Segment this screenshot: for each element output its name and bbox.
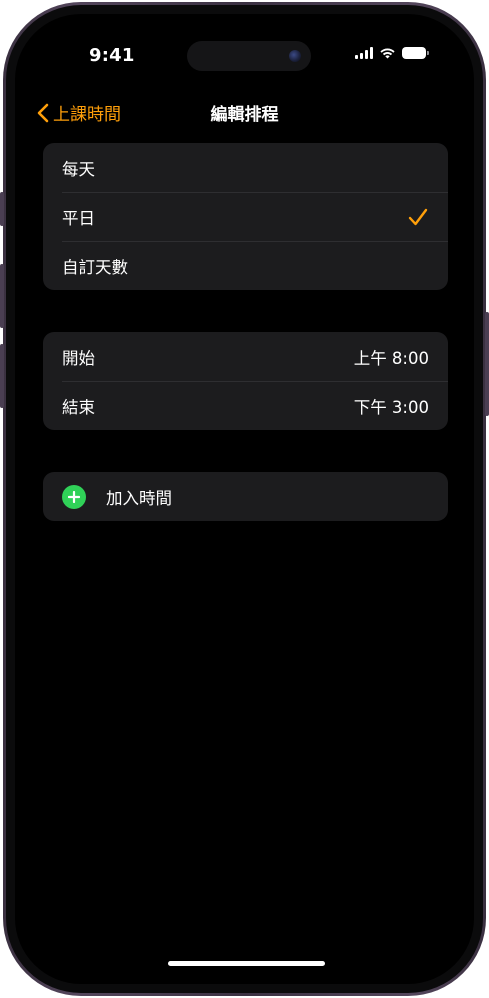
add-time-group: 加入時間 [43, 472, 448, 521]
volume-up-button [0, 264, 4, 328]
camera-icon [289, 50, 301, 62]
wifi-icon [380, 48, 395, 59]
option-label: 每天 [62, 159, 95, 179]
checkmark-icon [408, 208, 428, 225]
page-title: 編輯排程 [210, 105, 279, 125]
status-time: 9:41 [89, 45, 135, 66]
home-indicator[interactable] [168, 961, 325, 966]
battery-icon [402, 47, 429, 59]
cellular-signal-icon [355, 47, 373, 59]
option-custom-days[interactable]: 自訂天數 [43, 241, 448, 290]
add-time-label: 加入時間 [106, 488, 172, 508]
option-label: 自訂天數 [62, 257, 128, 277]
action-button [0, 192, 4, 226]
status-bar: 9:41 [15, 14, 474, 74]
plus-circle-icon [62, 484, 86, 509]
end-value: 下午 3:00 [353, 397, 429, 417]
volume-down-button [0, 344, 4, 408]
status-icons [355, 47, 429, 59]
option-every-day[interactable]: 每天 [43, 143, 448, 192]
navigation-bar: 上課時間 編輯排程 [15, 86, 474, 125]
schedule-group: 開始 上午 8:00 結束 下午 3:00 [43, 332, 448, 430]
start-label: 開始 [62, 348, 95, 368]
option-weekdays[interactable]: 平日 [43, 192, 448, 241]
start-time-row[interactable]: 開始 上午 8:00 [43, 332, 448, 381]
screen: 9:41 上課時間 編輯排程 每天 平日 自訂天數 開始 上午 8:00 結束 … [15, 14, 474, 984]
add-time-button[interactable]: 加入時間 [43, 472, 448, 521]
end-time-row[interactable]: 結束 下午 3:00 [43, 381, 448, 430]
repeat-options-group: 每天 平日 自訂天數 [43, 143, 448, 290]
power-button [485, 312, 489, 416]
option-label: 平日 [62, 208, 95, 228]
start-value: 上午 8:00 [353, 348, 429, 368]
end-label: 結束 [62, 397, 95, 417]
dynamic-island [187, 41, 311, 71]
